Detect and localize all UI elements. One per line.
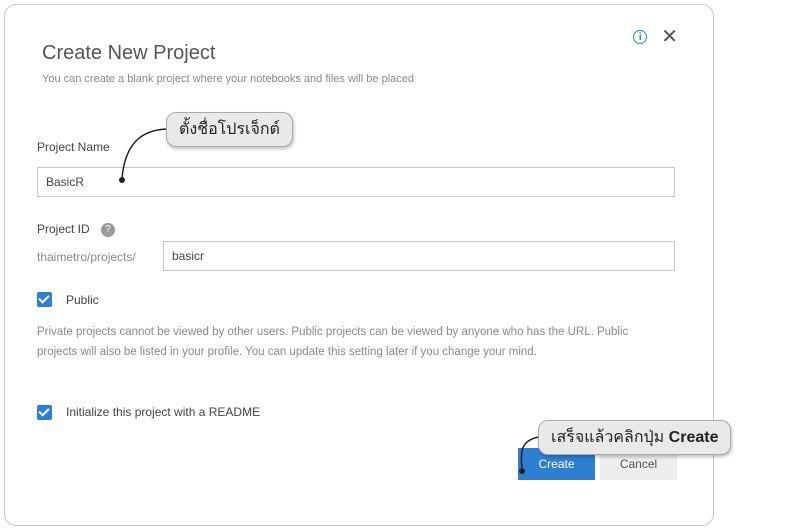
dialog-subtitle: You can create a blank project where you… bbox=[42, 73, 414, 85]
callout-create-text: เสร็จแล้วคลิกปุ่ม bbox=[551, 429, 665, 446]
close-icon[interactable]: ✕ bbox=[661, 27, 678, 47]
callout-project-name: ตั้งชื่อโปรเจ็กต์ bbox=[166, 112, 293, 147]
project-name-input[interactable]: BasicR bbox=[37, 167, 675, 197]
readme-label: Initialize this project with a README bbox=[66, 405, 261, 419]
project-id-label: Project ID bbox=[37, 222, 90, 236]
public-checkbox[interactable] bbox=[37, 292, 52, 307]
public-description: Private projects cannot be viewed by oth… bbox=[37, 326, 629, 358]
project-id-prefix: thaimetro/projects/ bbox=[37, 250, 136, 264]
public-label: Public bbox=[66, 293, 99, 307]
callout-create: เสร็จแล้วคลิกปุ่ม Create bbox=[538, 420, 732, 455]
project-id-input[interactable]: basicr bbox=[163, 241, 675, 271]
dialog-title: Create New Project bbox=[42, 42, 216, 64]
readme-checkbox[interactable] bbox=[37, 405, 52, 420]
header-icons: i ✕ bbox=[633, 27, 678, 47]
project-name-label: Project Name bbox=[37, 140, 110, 154]
project-id-label-row: Project ID ? bbox=[37, 222, 116, 237]
info-icon[interactable]: i bbox=[633, 30, 648, 44]
callout-create-bold: Create bbox=[668, 429, 719, 446]
help-icon[interactable]: ? bbox=[101, 222, 116, 237]
